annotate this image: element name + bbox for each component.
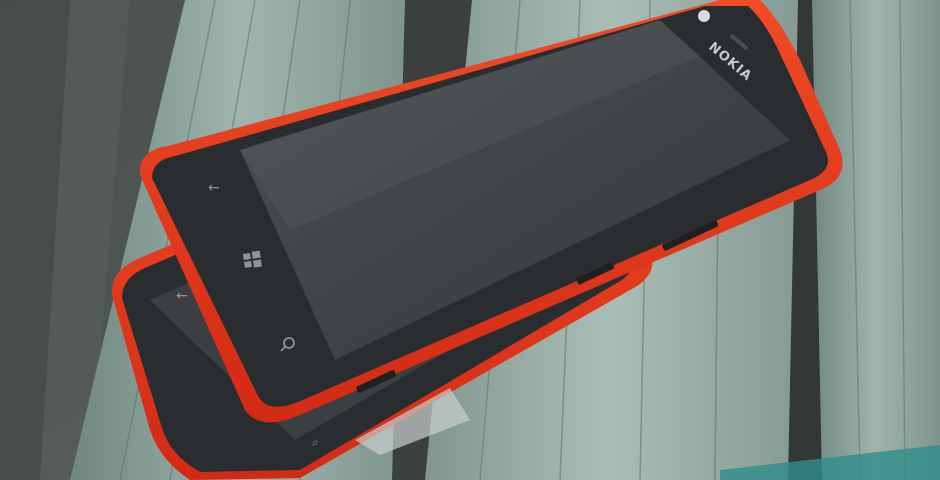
photo-canvas: ← ⌕ NOKIA ← <box>0 0 940 480</box>
back-arrow-icon: ← <box>208 180 220 196</box>
bench-slat-right <box>810 0 940 480</box>
search-icon: ⌕ <box>312 435 319 449</box>
photo-scene: ← ⌕ NOKIA ← <box>0 0 940 480</box>
back-arrow-icon: ← <box>176 288 188 304</box>
front-camera-icon <box>698 10 710 22</box>
